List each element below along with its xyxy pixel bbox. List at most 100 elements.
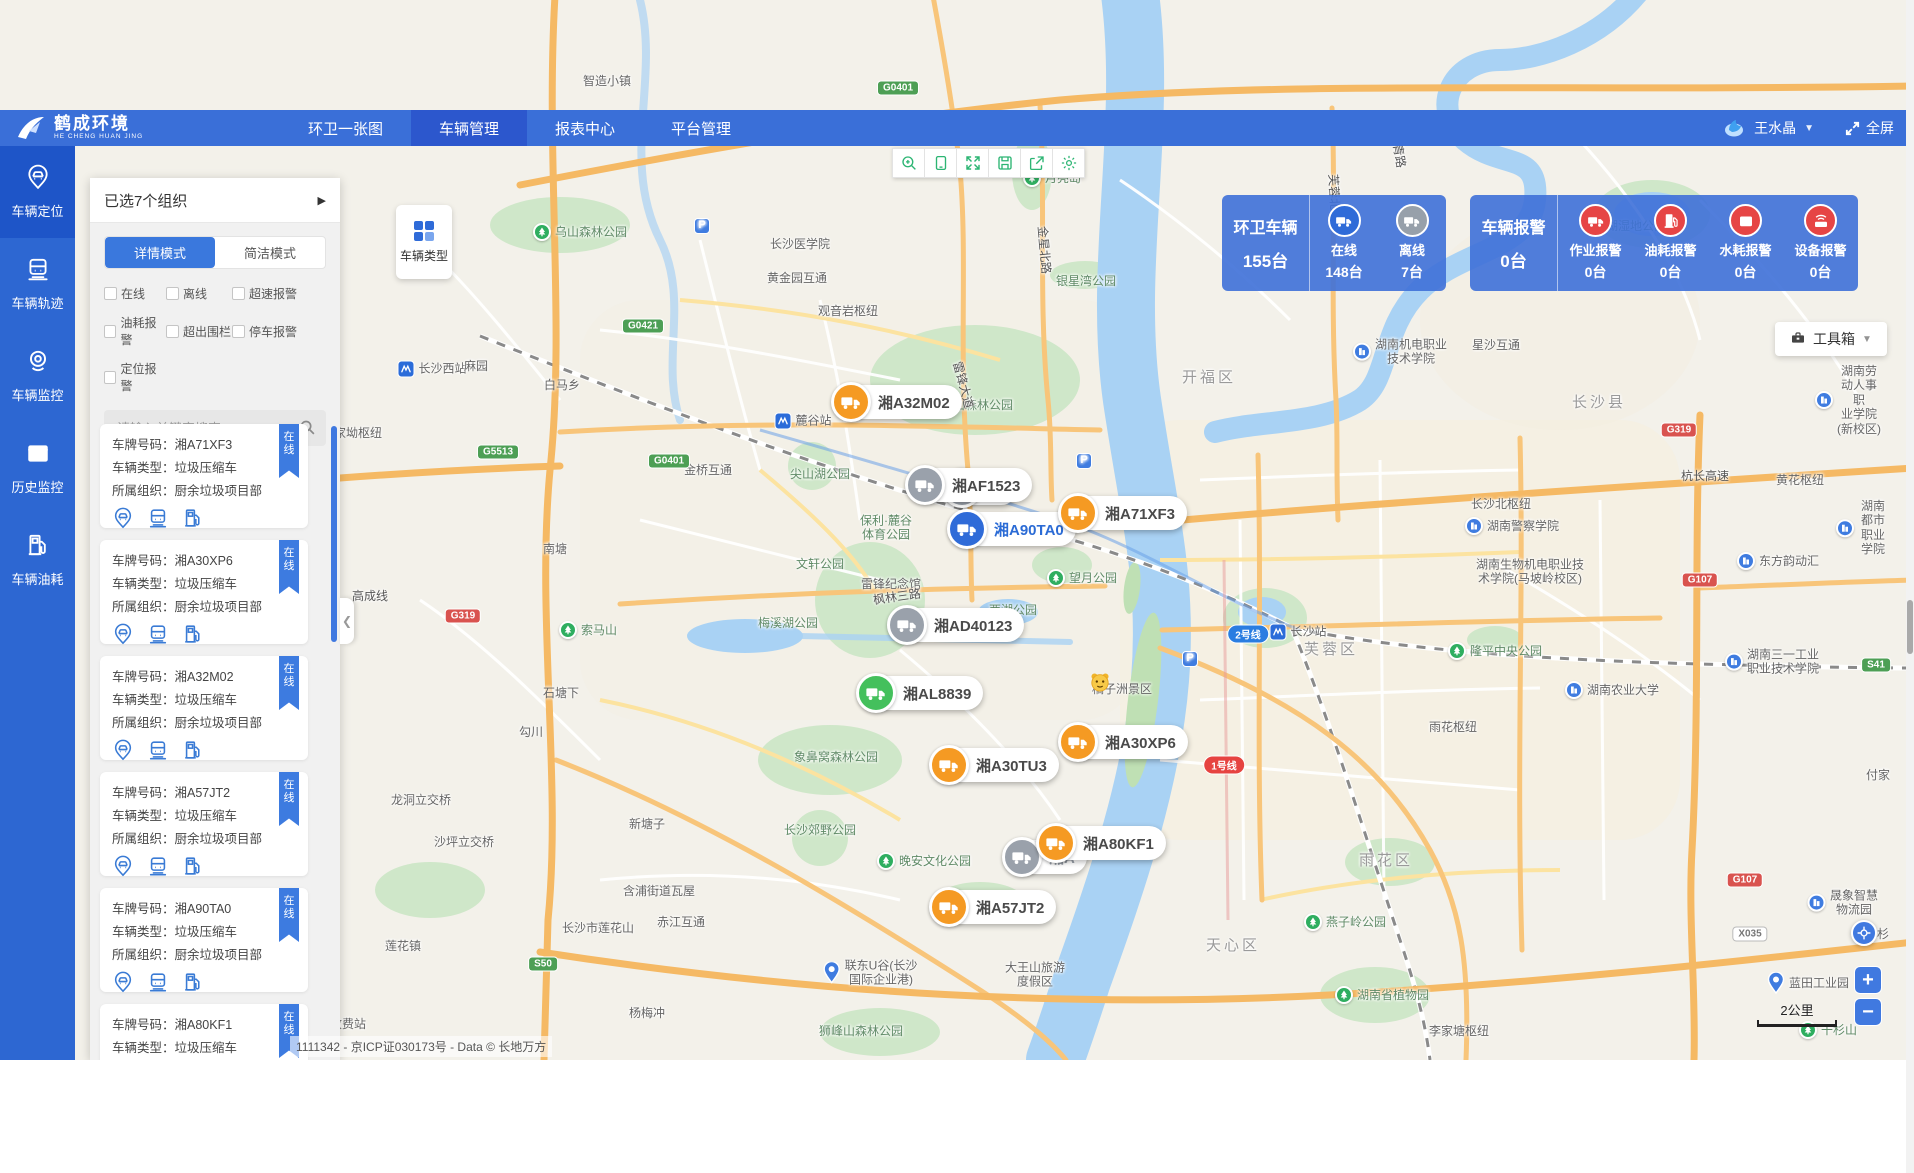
checkbox-icon[interactable] xyxy=(104,325,116,338)
road-badge-G319: G319 xyxy=(446,610,480,623)
filter-超速报警[interactable]: 超速报警 xyxy=(232,285,340,302)
map-tool-measure-icon[interactable] xyxy=(892,148,925,178)
fuel-icon[interactable] xyxy=(182,507,204,534)
vehicle-list-panel: 已选7个组织 ▶ 详情模式 简洁模式 在线离线超速报警油耗报警超出围栏停车报警定… xyxy=(90,178,340,1060)
list-scrollbar[interactable] xyxy=(331,426,337,642)
vehicle-marker-湘AF1523[interactable]: 湘AF1523 xyxy=(908,468,1032,502)
vehicle-card[interactable]: 车牌号码：湘A30XP6车辆类型：垃圾压缩车所属组织：厨余垃圾项目部在线 xyxy=(100,540,308,644)
sidebar-item-车辆油耗[interactable]: 车辆油耗 xyxy=(0,514,75,606)
map-label-蓝田工业园: 蓝田工业园 xyxy=(1767,972,1849,994)
checkbox-icon[interactable] xyxy=(104,287,117,300)
vehicle-plate-label: 湘A57JT2 xyxy=(976,897,1044,918)
map-label-text: 芙蓉区 xyxy=(1304,641,1358,659)
vehicle-card-field: 车辆类型：垃圾压缩车 xyxy=(112,921,308,944)
zoom-in-button[interactable]: + xyxy=(1854,966,1882,994)
panel-collapse-button[interactable]: ❮ xyxy=(340,598,354,644)
vehicle-card[interactable]: 车牌号码：湘A80KF1车辆类型：垃圾压缩车所属组织：厨余垃圾项目部在线 xyxy=(100,1004,308,1060)
map-tool-gear-icon[interactable] xyxy=(1052,148,1085,178)
nav-item-3[interactable]: 报表中心 xyxy=(527,110,643,146)
track-icon[interactable] xyxy=(147,971,169,998)
fuel-icon[interactable] xyxy=(182,971,204,998)
geolocate-button[interactable] xyxy=(1851,920,1877,946)
water-icon xyxy=(1729,204,1762,237)
map-tool-device-view-icon[interactable] xyxy=(924,148,957,178)
filter-油耗报警[interactable]: 油耗报警 xyxy=(104,314,166,348)
map-tool-share-icon[interactable] xyxy=(1020,148,1053,178)
vehicle-type-button[interactable]: 车辆类型 xyxy=(396,205,452,279)
toolbox-button[interactable]: 工具箱 ▼ xyxy=(1775,322,1887,356)
vehicle-marker-湘A71XF3[interactable]: 湘A71XF3 xyxy=(1061,496,1187,530)
track-icon[interactable] xyxy=(147,739,169,766)
vehicle-marker-湘A30XP6[interactable]: 湘A30XP6 xyxy=(1061,725,1188,759)
vehicle-plate-label: 湘A32M02 xyxy=(878,392,950,413)
page-scrollbar[interactable] xyxy=(1906,0,1914,1173)
vehicle-marker-湘A57JT2[interactable]: 湘A57JT2 xyxy=(932,890,1056,924)
alarm-油耗报警: 油耗报警0台 xyxy=(1633,195,1708,291)
map-label-text: 燕子岭公园 xyxy=(1326,915,1386,929)
checkbox-icon[interactable] xyxy=(232,287,245,300)
map-label-text: 天心区 xyxy=(1206,937,1260,955)
vehicle-card[interactable]: 车牌号码：湘A57JT2车辆类型：垃圾压缩车所属组织：厨余垃圾项目部在线 xyxy=(100,772,308,876)
truck-icon xyxy=(1579,204,1612,237)
user-chevron-down-icon[interactable]: ▼ xyxy=(1804,123,1814,134)
user-name[interactable]: 王水晶 xyxy=(1754,118,1796,138)
map-label-麻园: 麻园 xyxy=(464,359,488,373)
sidebar-item-车辆监控[interactable]: 车辆监控 xyxy=(0,330,75,422)
nav-item-4[interactable]: 平台管理 xyxy=(643,110,759,146)
checkbox-icon[interactable] xyxy=(232,325,245,338)
sidebar-item-历史监控[interactable]: 历史监控 xyxy=(0,422,75,514)
map-label-湖南生物机电职业技术学院(马坡岭校区): 湖南生物机电职业技 术学院(马坡岭校区) xyxy=(1476,558,1584,587)
fuel-icon[interactable] xyxy=(182,739,204,766)
page-scrollbar-thumb[interactable] xyxy=(1907,600,1913,654)
fuel-icon[interactable] xyxy=(182,855,204,882)
car-pin-icon[interactable] xyxy=(112,623,134,650)
checkbox-icon[interactable] xyxy=(166,287,179,300)
car-pin-icon[interactable] xyxy=(112,971,134,998)
vehicle-marker-湘A32M02[interactable]: 湘A32M02 xyxy=(834,385,962,419)
vehicle-marker-湘A80KF1[interactable]: 湘A80KF1 xyxy=(1039,826,1166,860)
vehicle-marker-湘AL8839[interactable]: 湘AL8839 xyxy=(859,676,983,710)
parking-icon: P xyxy=(1076,453,1092,469)
vehicle-plate-label: 湘A90TA0 xyxy=(994,519,1064,540)
map-label-text: 赤江互通 xyxy=(657,915,705,929)
sidebar-item-车辆轨迹[interactable]: 车辆轨迹 xyxy=(0,238,75,330)
filter-离线[interactable]: 离线 xyxy=(166,285,232,302)
map-tool-expand-icon[interactable] xyxy=(956,148,989,178)
map-tool-save-icon[interactable] xyxy=(988,148,1021,178)
map-label-雨花区: 雨花区 xyxy=(1359,852,1413,870)
vehicle-card-actions xyxy=(112,855,308,882)
vehicle-marker-湘A30TU3[interactable]: 湘A30TU3 xyxy=(932,748,1059,782)
avatar[interactable] xyxy=(1722,117,1746,139)
checkbox-icon[interactable] xyxy=(104,371,116,384)
track-icon[interactable] xyxy=(147,623,169,650)
vehicle-card[interactable]: 车牌号码：湘A32M02车辆类型：垃圾压缩车所属组织：厨余垃圾项目部在线 xyxy=(100,656,308,760)
vehicle-marker-湘A90TA0[interactable]: 湘A90TA0 xyxy=(950,512,1076,546)
car-pin-icon[interactable] xyxy=(112,507,134,534)
tab-simple-mode[interactable]: 简洁模式 xyxy=(215,237,325,268)
vehicle-card[interactable]: 车牌号码：湘A71XF3车辆类型：垃圾压缩车所属组织：厨余垃圾项目部在线 xyxy=(100,424,308,528)
map-label-长沙县: 长沙县 xyxy=(1572,394,1626,412)
checkbox-icon[interactable] xyxy=(166,325,179,338)
filter-超出围栏[interactable]: 超出围栏 xyxy=(166,314,232,348)
filter-定位报警[interactable]: 定位报警 xyxy=(104,360,166,394)
car-pin-icon[interactable] xyxy=(112,855,134,882)
vehicle-card-actions xyxy=(112,507,308,534)
sidebar-item-车辆定位[interactable]: 车辆定位 xyxy=(0,146,75,238)
fuel-icon[interactable] xyxy=(182,623,204,650)
vehicle-marker-湘AD40123[interactable]: 湘AD40123 xyxy=(890,608,1024,642)
road-badge-G107: G107 xyxy=(1728,874,1762,887)
org-expand-icon[interactable]: ▶ xyxy=(318,194,326,207)
nav-item-2[interactable]: 车辆管理 xyxy=(411,110,527,146)
filter-停车报警[interactable]: 停车报警 xyxy=(232,314,340,348)
car-pin-icon[interactable] xyxy=(112,739,134,766)
track-icon[interactable] xyxy=(147,855,169,882)
zoom-out-button[interactable]: − xyxy=(1854,998,1882,1026)
fullscreen-button[interactable]: 全屏 xyxy=(1844,118,1894,138)
track-icon[interactable] xyxy=(147,507,169,534)
nav-item-1[interactable]: 环卫一张图 xyxy=(280,110,411,146)
map-label-text: 长沙北枢纽 xyxy=(1471,497,1531,511)
filter-在线[interactable]: 在线 xyxy=(104,285,166,302)
tab-detail-mode[interactable]: 详情模式 xyxy=(105,237,215,268)
map-label-智造小镇: 智造小镇 xyxy=(583,74,631,88)
vehicle-card[interactable]: 车牌号码：湘A90TA0车辆类型：垃圾压缩车所属组织：厨余垃圾项目部在线 xyxy=(100,888,308,992)
